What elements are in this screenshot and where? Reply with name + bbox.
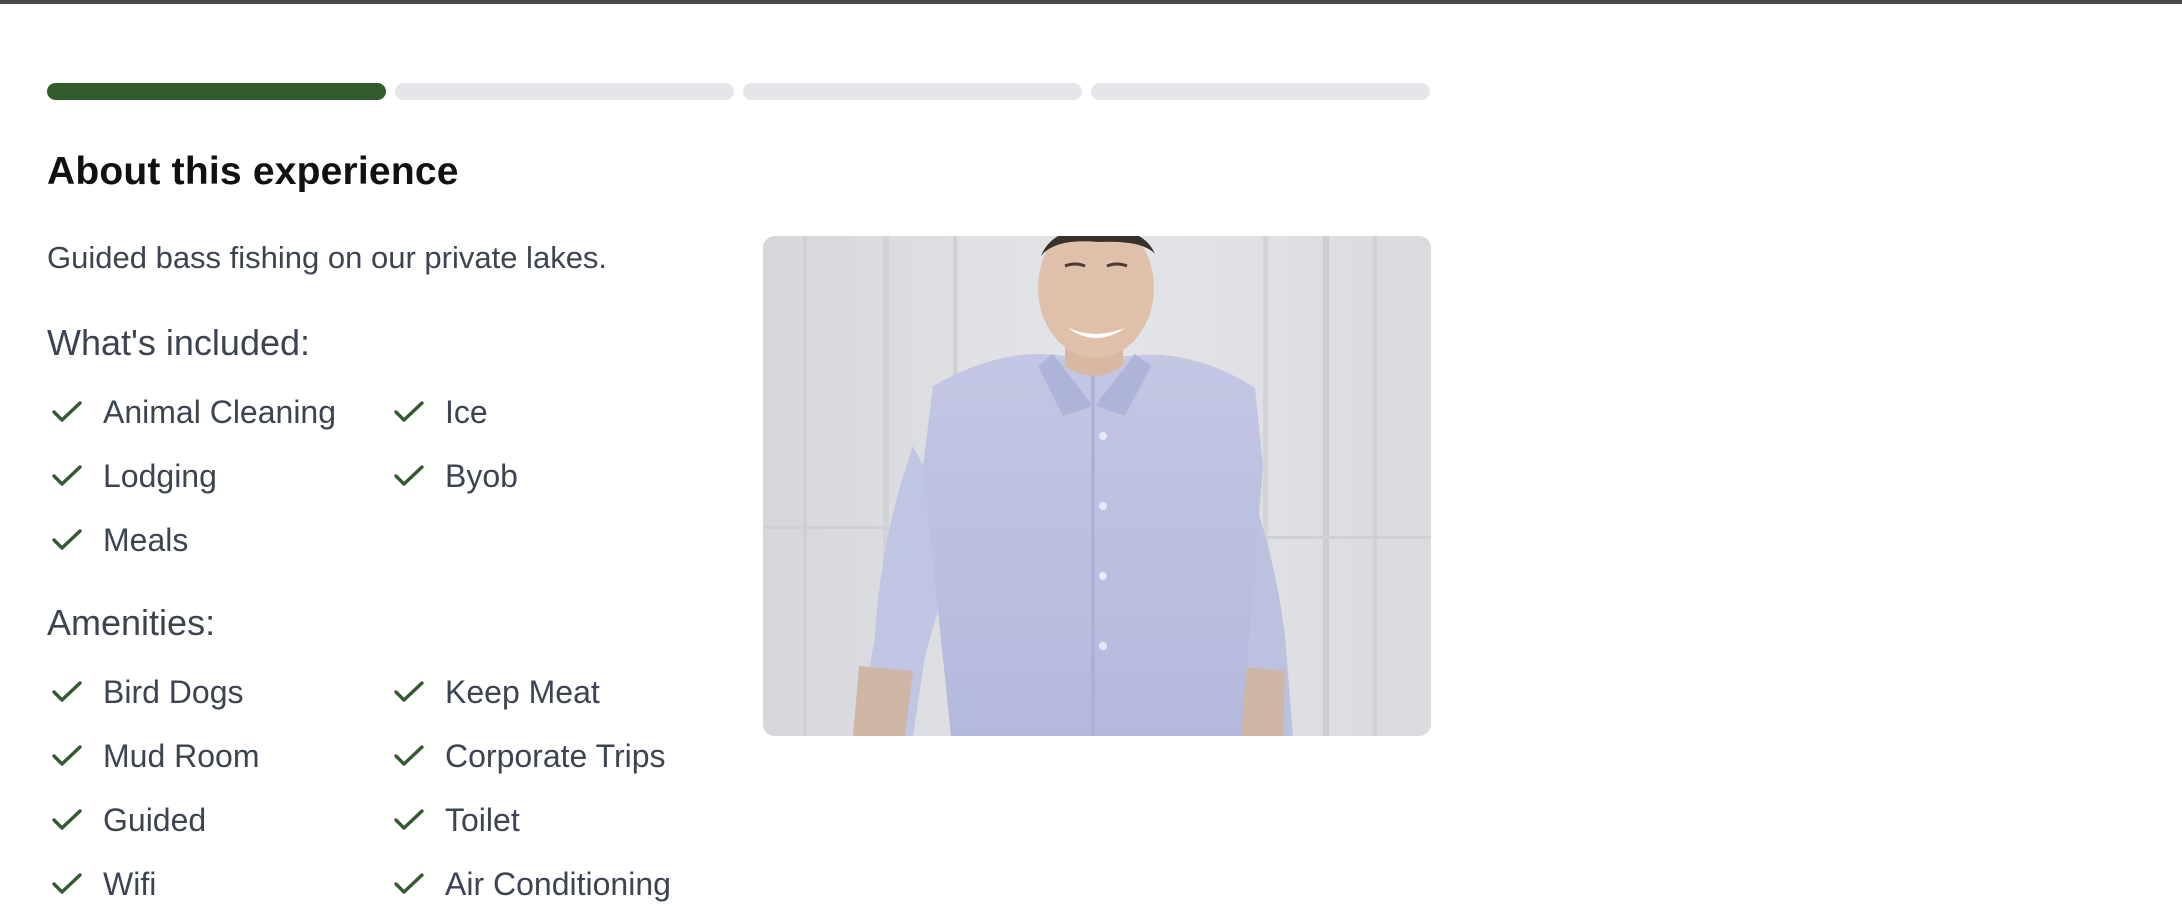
page-title: About this experience (47, 150, 459, 193)
checkmark-icon (389, 736, 429, 776)
checkmark-icon (47, 456, 87, 496)
list-item-label: Byob (445, 457, 518, 494)
amenities-section-title: Amenities: (47, 602, 216, 643)
list-item-label: Toilet (445, 801, 520, 838)
included-section-title: What's included: (47, 322, 311, 363)
included-list: Animal Cleaning Ice Lodging Byob Meals (47, 380, 709, 572)
list-item-label: Keep Meat (445, 673, 600, 710)
list-item: Byob (389, 444, 709, 508)
checkmark-icon (389, 392, 429, 432)
checkmark-icon (389, 672, 429, 712)
list-item: Animal Cleaning (47, 380, 389, 444)
checkmark-icon (47, 672, 87, 712)
checkmark-icon (47, 800, 87, 840)
list-item-label: Mud Room (103, 737, 260, 774)
progress-segment-2 (395, 83, 734, 100)
list-item: Bird Dogs (47, 660, 389, 724)
list-item-label: Guided (103, 801, 207, 838)
amenities-list: Bird Dogs Keep Meat Mud Room Corporate T… (47, 660, 709, 916)
list-item-label: Air Conditioning (445, 865, 671, 902)
progress-segment-4 (1091, 83, 1430, 100)
checkmark-icon (47, 736, 87, 776)
guide-portrait-image (763, 236, 1431, 736)
experience-photo[interactable] (763, 236, 1431, 736)
list-item-label: Corporate Trips (445, 737, 666, 774)
list-item: Ice (389, 380, 709, 444)
list-item: Air Conditioning (389, 852, 709, 916)
checkmark-icon (47, 520, 87, 560)
list-item: Wifi (47, 852, 389, 916)
top-border (0, 0, 2182, 4)
list-item: Keep Meat (389, 660, 709, 724)
list-item: Guided (47, 788, 389, 852)
list-item-label: Wifi (103, 865, 157, 902)
list-item: Meals (47, 508, 389, 572)
experience-description: Guided bass fishing on our private lakes… (47, 240, 608, 275)
progress-segment-1 (47, 83, 386, 100)
progress-segment-3 (743, 83, 1082, 100)
list-item-label: Animal Cleaning (103, 393, 337, 430)
list-item-label: Meals (103, 521, 189, 558)
checkmark-icon (389, 800, 429, 840)
list-item: Mud Room (47, 724, 389, 788)
checkmark-icon (47, 864, 87, 904)
list-item: Toilet (389, 788, 709, 852)
list-item-label: Ice (445, 393, 488, 430)
list-item: Corporate Trips (389, 724, 709, 788)
checkmark-icon (389, 456, 429, 496)
list-item-label: Bird Dogs (103, 673, 244, 710)
checkmark-icon (389, 864, 429, 904)
list-item-label: Lodging (103, 457, 217, 494)
checkmark-icon (47, 392, 87, 432)
step-progress-bar (47, 83, 1430, 100)
list-item: Lodging (47, 444, 389, 508)
